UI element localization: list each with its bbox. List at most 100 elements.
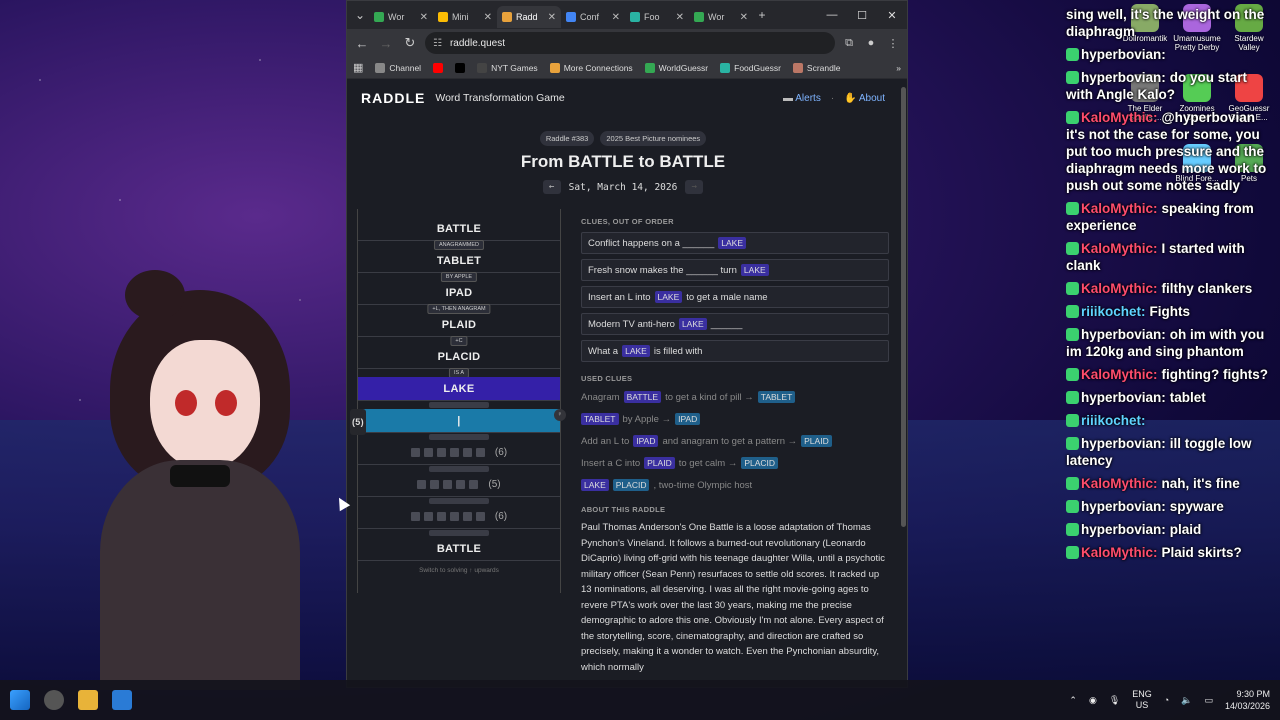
chat-username[interactable]: hyperbovian: [1081, 499, 1166, 514]
browser-tab[interactable]: Radd ✕ [497, 6, 561, 28]
raddle-logo[interactable]: RADDLE [361, 90, 425, 106]
ladder-connector: BY APPLE [358, 272, 560, 282]
letter-box [436, 512, 446, 521]
chat-badge-icon [1066, 391, 1079, 404]
chat-username[interactable]: KaloMythic: [1081, 201, 1158, 216]
about-link[interactable]: ✋ About [844, 93, 885, 104]
page-scrollbar[interactable] [899, 79, 907, 687]
bookmark-icon [455, 62, 466, 73]
address-bar[interactable]: ☷ raddle.quest ⌕ ★ [425, 32, 835, 150]
battery-icon[interactable]: ▭ [1204, 695, 1213, 706]
bookmark-item[interactable]: NYT Games [477, 62, 538, 73]
next-day-button[interactable]: → [685, 180, 704, 194]
previous-day-button[interactable]: ← [542, 180, 561, 194]
site-info-icon[interactable]: ☷ [433, 38, 442, 49]
chat-username[interactable]: hyperbovian: [1081, 327, 1166, 342]
tab-close-icon[interactable]: ✕ [484, 12, 492, 23]
hint-icon[interactable]: ♀ [554, 409, 566, 421]
forward-button[interactable]: → [377, 36, 395, 51]
new-tab-button[interactable]: + [753, 8, 771, 22]
browser-tab[interactable]: Foo ✕ [625, 6, 689, 28]
chat-username[interactable]: KaloMythic: [1081, 241, 1158, 256]
letter-box [449, 512, 459, 521]
bookmark-item[interactable] [455, 62, 466, 73]
tab-close-icon[interactable]: ✕ [420, 12, 428, 23]
vscode-icon[interactable] [112, 690, 132, 710]
language-indicator[interactable]: ENG US [1132, 689, 1152, 711]
tab-close-icon[interactable]: ✕ [612, 12, 620, 23]
chat-username[interactable]: hyperbovian: [1081, 70, 1166, 85]
chat-username[interactable]: riiikochet: [1081, 413, 1146, 428]
browser-tab[interactable]: Mini ✕ [433, 6, 497, 28]
ladder-top-spacer [358, 209, 560, 217]
chat-message: riiikochet: Fights [1066, 303, 1276, 320]
browser-tab[interactable]: Wor ✕ [369, 6, 433, 28]
clue-text: ______ [710, 318, 743, 330]
puzzle-number-badge: Raddle #383 [539, 131, 595, 146]
more-bookmarks-icon[interactable]: » [896, 63, 901, 73]
clue-item[interactable]: What a LAKE is filled with [581, 340, 889, 362]
apps-icon[interactable]: ▦ [353, 61, 363, 74]
chat-username[interactable]: KaloMythic: [1081, 476, 1158, 491]
clue-item[interactable]: Insert an L into LAKE to get a male name [581, 286, 889, 308]
chat-username[interactable]: hyperbovian: [1081, 436, 1166, 451]
chat-username[interactable]: KaloMythic: [1081, 545, 1158, 560]
browser-tab[interactable]: Wor ✕ [689, 6, 753, 28]
maximize-button[interactable]: ☐ [847, 9, 877, 22]
volume-icon[interactable]: 🔈 [1181, 695, 1192, 706]
blank-word-row[interactable]: (5) [358, 473, 560, 497]
tab-title: Mini [452, 12, 469, 22]
bookmark-item[interactable]: Scrandle [792, 62, 840, 73]
chat-text: filthy clankers [1161, 281, 1253, 296]
active-guess-input[interactable]: (5) | ♀ [350, 409, 566, 435]
wifi-icon[interactable]: ◔ [1164, 695, 1169, 705]
reload-button[interactable]: ↻ [401, 35, 419, 51]
extensions-icon[interactable]: ⧉ [841, 37, 857, 50]
clue-item[interactable]: Fresh snow makes the ______ turn LAKE [581, 259, 889, 281]
chat-badge-icon [1066, 500, 1079, 513]
bookmark-item[interactable] [433, 62, 444, 73]
bookmark-item[interactable]: FoodGuessr [720, 62, 781, 73]
folder-icon[interactable] [78, 690, 98, 710]
tab-close-icon[interactable]: ✕ [548, 12, 556, 23]
windows-start-icon[interactable] [10, 690, 30, 710]
clue-item[interactable]: Modern TV anti-hero LAKE ______ [581, 313, 889, 335]
tab-title: Radd [516, 12, 538, 22]
chat-message: KaloMythic: filthy clankers [1066, 280, 1276, 297]
letter-count: (6) [494, 447, 508, 458]
menu-icon[interactable]: ⋮ [885, 37, 901, 50]
chat-username[interactable]: hyperbovian: [1081, 47, 1166, 62]
bookmark-item[interactable]: More Connections [549, 62, 633, 73]
clue-word-tag: LAKE [654, 291, 683, 303]
chat-username[interactable]: KaloMythic: [1081, 110, 1158, 125]
close-window-button[interactable]: ✕ [877, 9, 907, 22]
chat-username[interactable]: hyperbovian: [1081, 390, 1166, 405]
chat-username[interactable]: KaloMythic: [1081, 281, 1158, 296]
tab-close-icon[interactable]: ✕ [676, 12, 684, 23]
chat-text: Fights [1149, 304, 1191, 319]
ladder-connector-blank [358, 529, 560, 537]
tab-close-icon[interactable]: ✕ [740, 12, 748, 23]
app-icon[interactable] [44, 690, 64, 710]
bookmark-item[interactable]: WorldGuessr [644, 62, 708, 73]
chat-username[interactable]: hyperbovian: [1081, 522, 1166, 537]
alerts-link[interactable]: ▬ Alerts [783, 93, 821, 104]
blank-word-row[interactable]: (6) [358, 505, 560, 529]
browser-tab[interactable]: Conf ✕ [561, 6, 625, 28]
browser-toolbar: ← → ↻ ☷ raddle.quest ⌕ ★ ⧉ ● ⋮ [347, 29, 907, 150]
chat-username[interactable]: riiikochet: [1081, 304, 1146, 319]
tray-app-icon[interactable]: ◉ [1089, 695, 1097, 706]
chat-username[interactable]: KaloMythic: [1081, 367, 1158, 382]
minimize-button[interactable]: — [817, 9, 847, 22]
switch-direction-link[interactable]: Switch to solving ↑ upwards [358, 567, 560, 574]
clock[interactable]: 9:30 PM 14/03/2026 [1225, 688, 1270, 712]
bookmark-item[interactable]: Channel [375, 62, 421, 73]
tray-chevron-icon[interactable]: ⌃ [1069, 695, 1077, 706]
profile-avatar[interactable]: ● [863, 37, 879, 49]
mic-icon[interactable]: 🎙 [1109, 695, 1120, 706]
tab-search-icon[interactable]: ⌄ [351, 8, 369, 22]
back-button[interactable]: ← [353, 36, 371, 51]
clue-item[interactable]: Conflict happens on a ______ LAKE [581, 232, 889, 254]
ladder-connector: +C [358, 336, 560, 346]
blank-word-row[interactable]: (6) [358, 441, 560, 465]
